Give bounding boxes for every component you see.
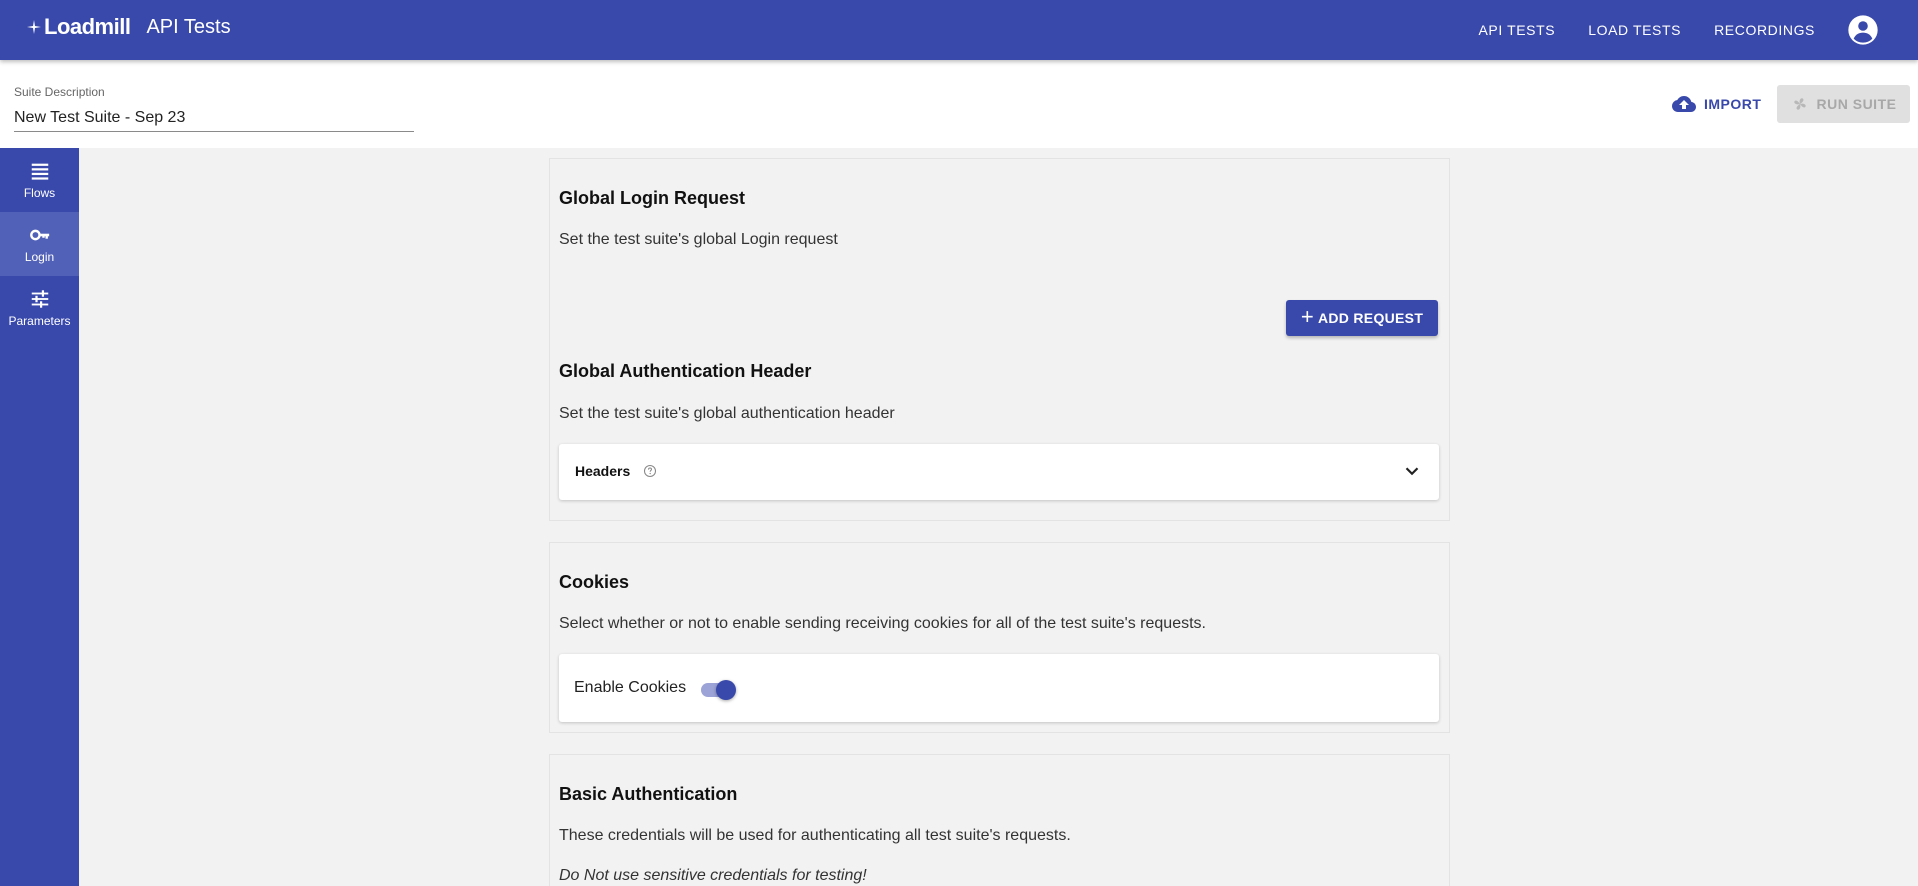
cookies-description: Select whether or not to enable sending … bbox=[559, 615, 1206, 632]
tune-icon bbox=[31, 290, 48, 308]
basic-auth-description: These credentials will be used for authe… bbox=[559, 827, 1071, 844]
nav-load-tests[interactable]: LOAD TESTS bbox=[1588, 22, 1681, 38]
basic-auth-warning: Do Not use sensitive credentials for tes… bbox=[559, 867, 867, 884]
headers-label: Headers bbox=[575, 463, 631, 479]
suite-description-input[interactable] bbox=[14, 104, 414, 132]
top-app-bar: Loadmill API Tests API TESTS LOAD TESTS … bbox=[0, 0, 1918, 60]
global-login-title: Global Login Request bbox=[559, 188, 746, 208]
brand-logo: Loadmill bbox=[44, 14, 131, 39]
sidebar-item-label: Login bbox=[24, 250, 55, 264]
enable-cookies-panel: Enable Cookies bbox=[559, 654, 1439, 722]
nav-api-tests[interactable]: API TESTS bbox=[1478, 22, 1555, 38]
plus-icon: + bbox=[1300, 304, 1314, 329]
headers-expansion-panel[interactable]: Headers bbox=[559, 444, 1439, 500]
nav-recordings[interactable]: RECORDINGS bbox=[1714, 22, 1815, 38]
top-nav: API TESTS LOAD TESTS RECORDINGS bbox=[1478, 0, 1918, 60]
help-circle-icon[interactable] bbox=[643, 464, 657, 478]
enable-cookies-toggle[interactable] bbox=[698, 678, 738, 702]
run-suite-label: RUN SUITE bbox=[1816, 96, 1897, 112]
cloud-upload-icon bbox=[1672, 96, 1696, 112]
cookies-title: Cookies bbox=[559, 572, 630, 592]
import-label: IMPORT bbox=[1704, 96, 1762, 112]
run-fan-icon bbox=[1793, 98, 1806, 110]
app-title: API Tests bbox=[146, 15, 231, 38]
cookies-card: Cookies Select whether or not to enable … bbox=[549, 542, 1450, 733]
brand[interactable]: Loadmill API Tests bbox=[26, 14, 231, 40]
sidebar-item-flows[interactable]: Flows bbox=[0, 148, 79, 212]
sidebar-item-label: Parameters bbox=[8, 314, 71, 328]
loadmill-spark-icon bbox=[27, 20, 41, 34]
import-button[interactable]: IMPORT bbox=[1672, 92, 1761, 116]
login-settings-card: Global Login Request Set the test suite'… bbox=[549, 158, 1450, 521]
global-login-description: Set the test suite's global Login reques… bbox=[559, 231, 838, 248]
add-request-label: ADD REQUEST bbox=[1317, 310, 1424, 326]
sidebar-item-label: Flows bbox=[23, 186, 56, 200]
global-auth-header-description: Set the test suite's global authenticati… bbox=[559, 405, 895, 422]
suite-header: Suite Description bbox=[0, 60, 1918, 148]
add-request-button[interactable]: + ADD REQUEST bbox=[1286, 300, 1438, 336]
suite-description-label: Suite Description bbox=[14, 85, 105, 99]
sidebar: Flows Login Parameters bbox=[0, 148, 79, 886]
chevron-down-icon[interactable] bbox=[1401, 460, 1423, 482]
run-suite-button[interactable]: RUN SUITE bbox=[1777, 85, 1910, 123]
account-circle-icon[interactable] bbox=[1847, 14, 1879, 46]
basic-auth-title: Basic Authentication bbox=[559, 784, 738, 804]
sidebar-item-login[interactable]: Login bbox=[0, 212, 79, 276]
sidebar-item-parameters[interactable]: Parameters bbox=[0, 276, 79, 340]
basic-auth-card: Basic Authentication These credentials w… bbox=[549, 754, 1450, 886]
list-icon bbox=[31, 163, 48, 180]
toggle-knob bbox=[716, 680, 736, 700]
global-auth-header-title: Global Authentication Header bbox=[559, 361, 812, 381]
key-icon bbox=[29, 229, 49, 241]
enable-cookies-label: Enable Cookies bbox=[574, 679, 687, 696]
